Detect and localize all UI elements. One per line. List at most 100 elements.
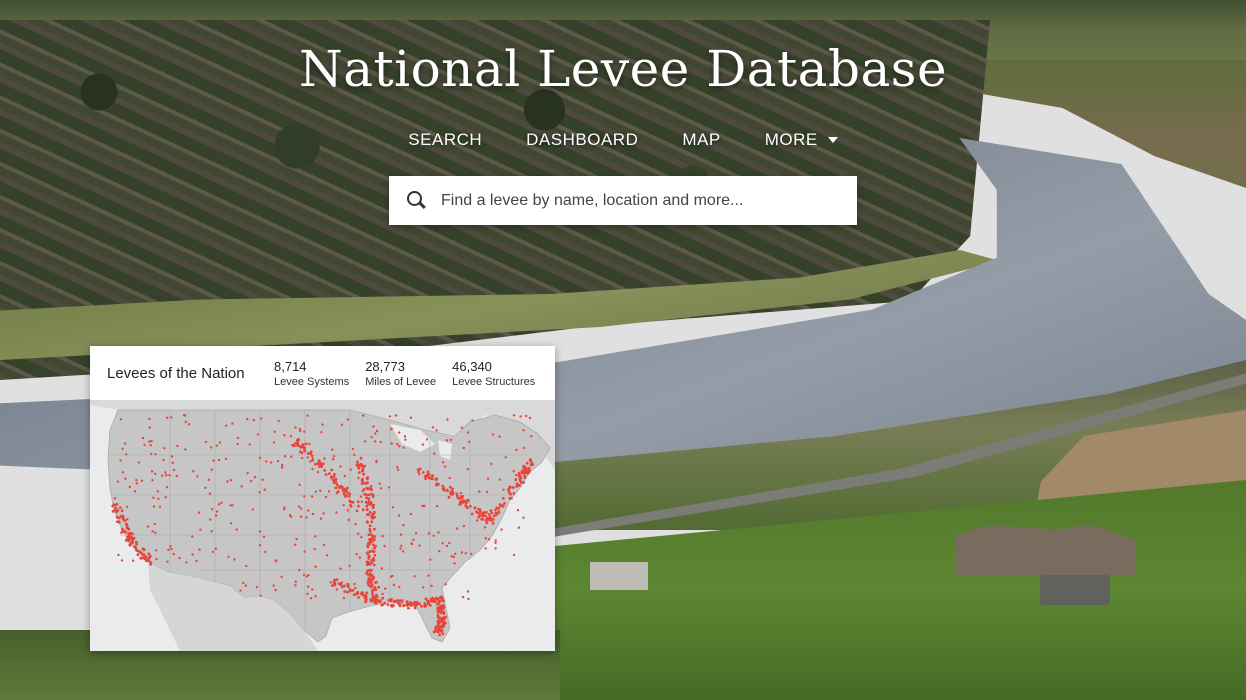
levee-marker: [351, 447, 355, 451]
levee-marker: [494, 547, 497, 550]
levee-marker: [451, 487, 454, 491]
levee-marker: [460, 426, 464, 429]
levee-marker: [359, 592, 363, 596]
levee-marker: [374, 432, 377, 435]
levee-marker: [248, 443, 251, 446]
levee-marker: [214, 547, 217, 550]
levee-marker: [115, 515, 119, 519]
levee-marker: [448, 476, 451, 480]
levee-marker: [294, 580, 297, 583]
levee-marker: [314, 535, 317, 538]
levee-marker: [256, 433, 259, 436]
levee-marker: [197, 511, 201, 514]
nav-map[interactable]: MAP: [682, 130, 720, 150]
levee-marker: [352, 453, 356, 456]
levee-marker: [308, 442, 311, 446]
levee-marker: [368, 562, 372, 566]
search-bar[interactable]: [389, 176, 857, 225]
levee-marker: [127, 527, 131, 531]
levee-marker: [214, 514, 218, 517]
levees-of-nation-card[interactable]: Levees of the Nation 8,714 Levee Systems…: [90, 346, 555, 651]
levee-marker: [124, 477, 127, 480]
nav-dashboard[interactable]: DASHBOARD: [526, 130, 638, 150]
levee-marker: [365, 504, 369, 508]
levee-marker: [476, 511, 480, 515]
levee-marker: [515, 482, 519, 486]
levee-marker: [478, 514, 482, 517]
levee-marker: [426, 470, 430, 474]
levee-marker: [127, 537, 130, 541]
levee-marker: [357, 532, 360, 535]
levee-marker: [451, 491, 455, 495]
levee-marker: [313, 547, 316, 551]
levee-marker: [322, 512, 325, 515]
levee-marker: [530, 435, 533, 438]
levee-marker: [331, 584, 334, 587]
levee-marker: [440, 629, 444, 632]
levee-marker: [211, 550, 214, 554]
levee-marker: [117, 553, 120, 557]
levee-marker: [449, 438, 453, 441]
levee-marker: [347, 518, 350, 522]
levee-marker: [323, 468, 326, 472]
levee-marker: [370, 488, 373, 492]
levee-marker: [399, 533, 403, 536]
levee-marker: [184, 414, 187, 417]
search-icon[interactable]: [407, 190, 427, 211]
levee-marker: [490, 511, 494, 515]
levee-marker: [344, 495, 347, 498]
levee-marker: [191, 535, 194, 538]
levee-marker: [229, 522, 233, 525]
levee-marker: [485, 521, 489, 525]
levee-marker: [283, 434, 286, 437]
levee-marker: [348, 589, 352, 593]
levee-marker: [452, 555, 455, 559]
levee-marker: [403, 435, 407, 438]
levee-marker: [373, 546, 376, 550]
levee-marker: [380, 603, 384, 607]
levee-marker: [494, 511, 498, 515]
levee-marker: [337, 582, 341, 586]
levee-marker: [133, 545, 136, 548]
levee-marker: [448, 485, 452, 489]
levee-marker: [362, 488, 366, 491]
stat-miles-of-levee: 28,773 Miles of Levee: [365, 359, 436, 388]
levee-marker: [175, 474, 178, 478]
levee-marker: [455, 492, 459, 496]
levee-marker: [346, 585, 350, 588]
levee-marker: [277, 419, 280, 423]
levee-marker: [321, 462, 325, 466]
levee-marker: [164, 496, 167, 499]
levee-marker: [274, 559, 277, 562]
levee-marker: [298, 483, 301, 486]
levee-map[interactable]: [90, 400, 555, 651]
levee-marker: [272, 584, 275, 587]
levee-marker: [208, 492, 212, 495]
levee-marker: [526, 469, 530, 473]
levee-marker: [365, 493, 368, 497]
levee-marker: [368, 510, 372, 514]
levee-marker: [402, 446, 405, 449]
levee-marker: [380, 567, 383, 570]
levee-marker: [306, 414, 309, 417]
levee-marker: [412, 538, 415, 541]
levee-marker: [135, 549, 138, 552]
nav-search[interactable]: SEARCH: [408, 130, 482, 150]
levee-marker: [365, 560, 369, 564]
levee-marker: [400, 544, 403, 547]
levee-marker: [441, 632, 445, 636]
levee-marker: [375, 460, 378, 464]
levee-marker: [272, 441, 276, 444]
levee-marker: [323, 457, 326, 460]
levee-marker: [120, 527, 124, 531]
nav-more[interactable]: MORE: [765, 130, 838, 150]
levee-marker: [427, 476, 431, 480]
search-input[interactable]: [439, 190, 843, 211]
levee-marker: [262, 535, 266, 538]
stat-label: Miles of Levee: [365, 375, 437, 388]
levee-marker: [494, 541, 497, 544]
levee-marker: [165, 474, 168, 477]
levee-marker: [484, 537, 487, 540]
levee-marker: [465, 506, 469, 509]
levee-marker: [410, 542, 413, 545]
